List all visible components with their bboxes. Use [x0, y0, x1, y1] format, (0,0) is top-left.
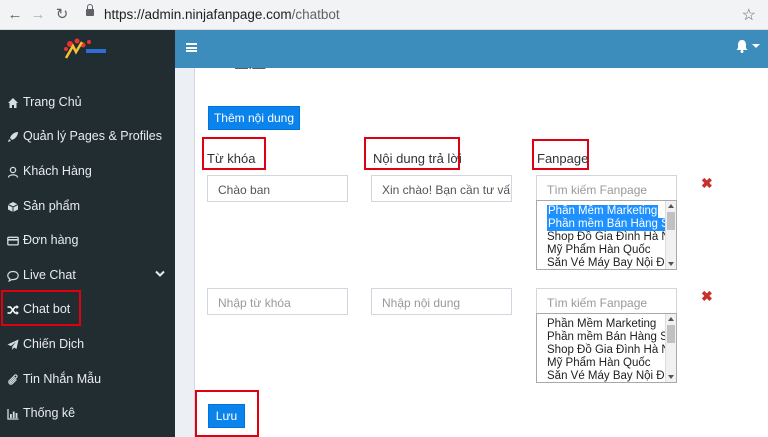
scroll-down-icon[interactable]: [668, 375, 674, 379]
rocket-icon: [7, 131, 19, 143]
notification-bell-icon[interactable]: [736, 40, 748, 56]
fanpage-option[interactable]: Phần mềm Bán Hàng S: [547, 331, 668, 344]
fanpage-search-input[interactable]: Tìm kiếm Fanpage: [536, 175, 677, 202]
sidebar-item-label: Thống kê: [23, 406, 76, 420]
sidebar-item-khach-hang[interactable]: Khách Hàng: [0, 155, 175, 189]
sidebar-item-trang-chu[interactable]: Trang Chủ: [0, 86, 175, 120]
scroll-down-icon[interactable]: [668, 262, 674, 266]
browser-toolbar: ← → ↻ https://admin.ninjafanpage.com/cha…: [0, 0, 768, 30]
paper-plane-icon: [7, 339, 19, 351]
fanpage-column-label: Fanpage: [537, 151, 589, 166]
sidebar-item-live-chat[interactable]: Live Chat: [0, 259, 175, 293]
sidebar-item-don-hang[interactable]: Đơn hàng: [0, 224, 175, 258]
reply-input[interactable]: Xin chào! Bạn cần tư vấn: [371, 175, 512, 202]
reply-input[interactable]: Nhập nội dung: [371, 288, 512, 315]
user-menu-caret-icon[interactable]: [752, 44, 760, 48]
sidebar-item-chat-bot[interactable]: Chat bot: [0, 290, 175, 327]
fanpage-option[interactable]: Shop Đồ Gia Đình Hà N: [547, 344, 670, 357]
chevron-down-icon[interactable]: [155, 267, 165, 281]
address-bar[interactable]: https://admin.ninjafanpage.com/chatbot ☆: [82, 4, 758, 26]
sidebar-item-label: Live Chat: [23, 268, 76, 282]
fanpage-option[interactable]: Mỹ Phẩm Hàn Quốc: [547, 244, 651, 257]
fanpage-search-input[interactable]: Tìm kiếm Fanpage: [536, 288, 677, 315]
sidebar-item-chien-dich[interactable]: Chiến Dịch: [0, 328, 175, 362]
scroll-up-icon[interactable]: [668, 204, 674, 208]
lock-icon: [86, 4, 94, 16]
scroll-thumb[interactable]: [667, 325, 675, 343]
keyword-input[interactable]: Chào ban: [207, 175, 348, 202]
bar-chart-icon: [7, 408, 19, 420]
listbox-scrollbar[interactable]: [665, 201, 676, 269]
sidebar-item-tin-nhan-mau[interactable]: Tin Nhắn Mẫu: [0, 363, 175, 397]
fanpage-option[interactable]: Shop Đồ Gia Đình Hà N: [547, 231, 670, 244]
fanpage-option[interactable]: Phần mềm Bán Hàng S: [547, 218, 670, 231]
url-text: https://admin.ninjafanpage.com/chatbot: [104, 7, 340, 22]
chat-icon: [7, 270, 19, 283]
sidebar-item-label: Quản lý Pages & Profiles: [23, 129, 162, 143]
chatbot-box: —·— Thêm nội dung Từ khóa Nội dung trả l…: [194, 60, 768, 437]
keyword-column-label: Từ khóa: [207, 151, 256, 166]
sidebar-item-label: Tin Nhắn Mẫu: [23, 372, 102, 386]
cube-icon: [7, 201, 19, 213]
listbox-scrollbar[interactable]: [665, 314, 676, 382]
credit-card-icon: [7, 235, 19, 247]
sidebar-item-label: Đơn hàng: [23, 233, 79, 247]
fanpage-option[interactable]: Săn Vé Máy Bay Nội Đị: [547, 257, 667, 269]
add-content-button[interactable]: Thêm nội dung: [208, 106, 300, 130]
fanpage-multiselect[interactable]: Phần Mềm Marketing Phần mềm Bán Hàng S Sho…: [536, 313, 677, 383]
back-icon[interactable]: ←: [6, 6, 24, 24]
forward-icon[interactable]: →: [29, 6, 47, 24]
box-title-cutoff: —·—: [235, 60, 266, 75]
remove-row-icon[interactable]: ✖: [701, 175, 713, 192]
home-icon: [7, 97, 19, 109]
content-area: —·— Thêm nội dung Từ khóa Nội dung trả l…: [175, 60, 768, 437]
scroll-up-icon[interactable]: [668, 317, 674, 321]
logo: [64, 38, 106, 59]
fanpage-option[interactable]: Săn Vé Máy Bay Nội Đị: [547, 370, 667, 382]
scroll-thumb[interactable]: [667, 212, 675, 230]
fanpage-option[interactable]: Phần Mềm Marketing: [547, 205, 659, 218]
remove-row-icon[interactable]: ✖: [701, 288, 713, 305]
sidebar-item-thong-ke[interactable]: Thống kê: [0, 397, 175, 431]
menu-toggle-icon[interactable]: [186, 43, 197, 52]
sidebar-item-label: Chiến Dịch: [23, 337, 85, 351]
fanpage-option[interactable]: Phần Mềm Marketing: [547, 318, 656, 331]
sidebar-item-label: Sản phẩm: [23, 199, 80, 213]
reply-column-label: Nội dung trả lời: [373, 151, 462, 166]
save-button[interactable]: Lưu: [208, 404, 245, 428]
reload-icon[interactable]: ↻: [53, 6, 71, 24]
sidebar-item-label: Khách Hàng: [23, 164, 92, 178]
sidebar-item-san-pham[interactable]: Sản phẩm: [0, 190, 175, 224]
bookmark-star-icon[interactable]: ☆: [742, 5, 756, 25]
chatbot-highlight: [1, 290, 81, 326]
sidebar-item-quan-ly-pages-profiles[interactable]: Quản lý Pages & Profiles: [0, 120, 175, 154]
fanpage-option[interactable]: Mỹ Phẩm Hàn Quốc: [547, 357, 651, 370]
paperclip-icon: [7, 374, 19, 386]
fanpage-multiselect[interactable]: Phần Mềm Marketing Phần mềm Bán Hàng S Sho…: [536, 200, 677, 270]
keyword-input[interactable]: Nhập từ khóa: [207, 288, 348, 315]
sidebar-item-label: Trang Chủ: [23, 95, 82, 109]
user-icon: [7, 166, 19, 178]
